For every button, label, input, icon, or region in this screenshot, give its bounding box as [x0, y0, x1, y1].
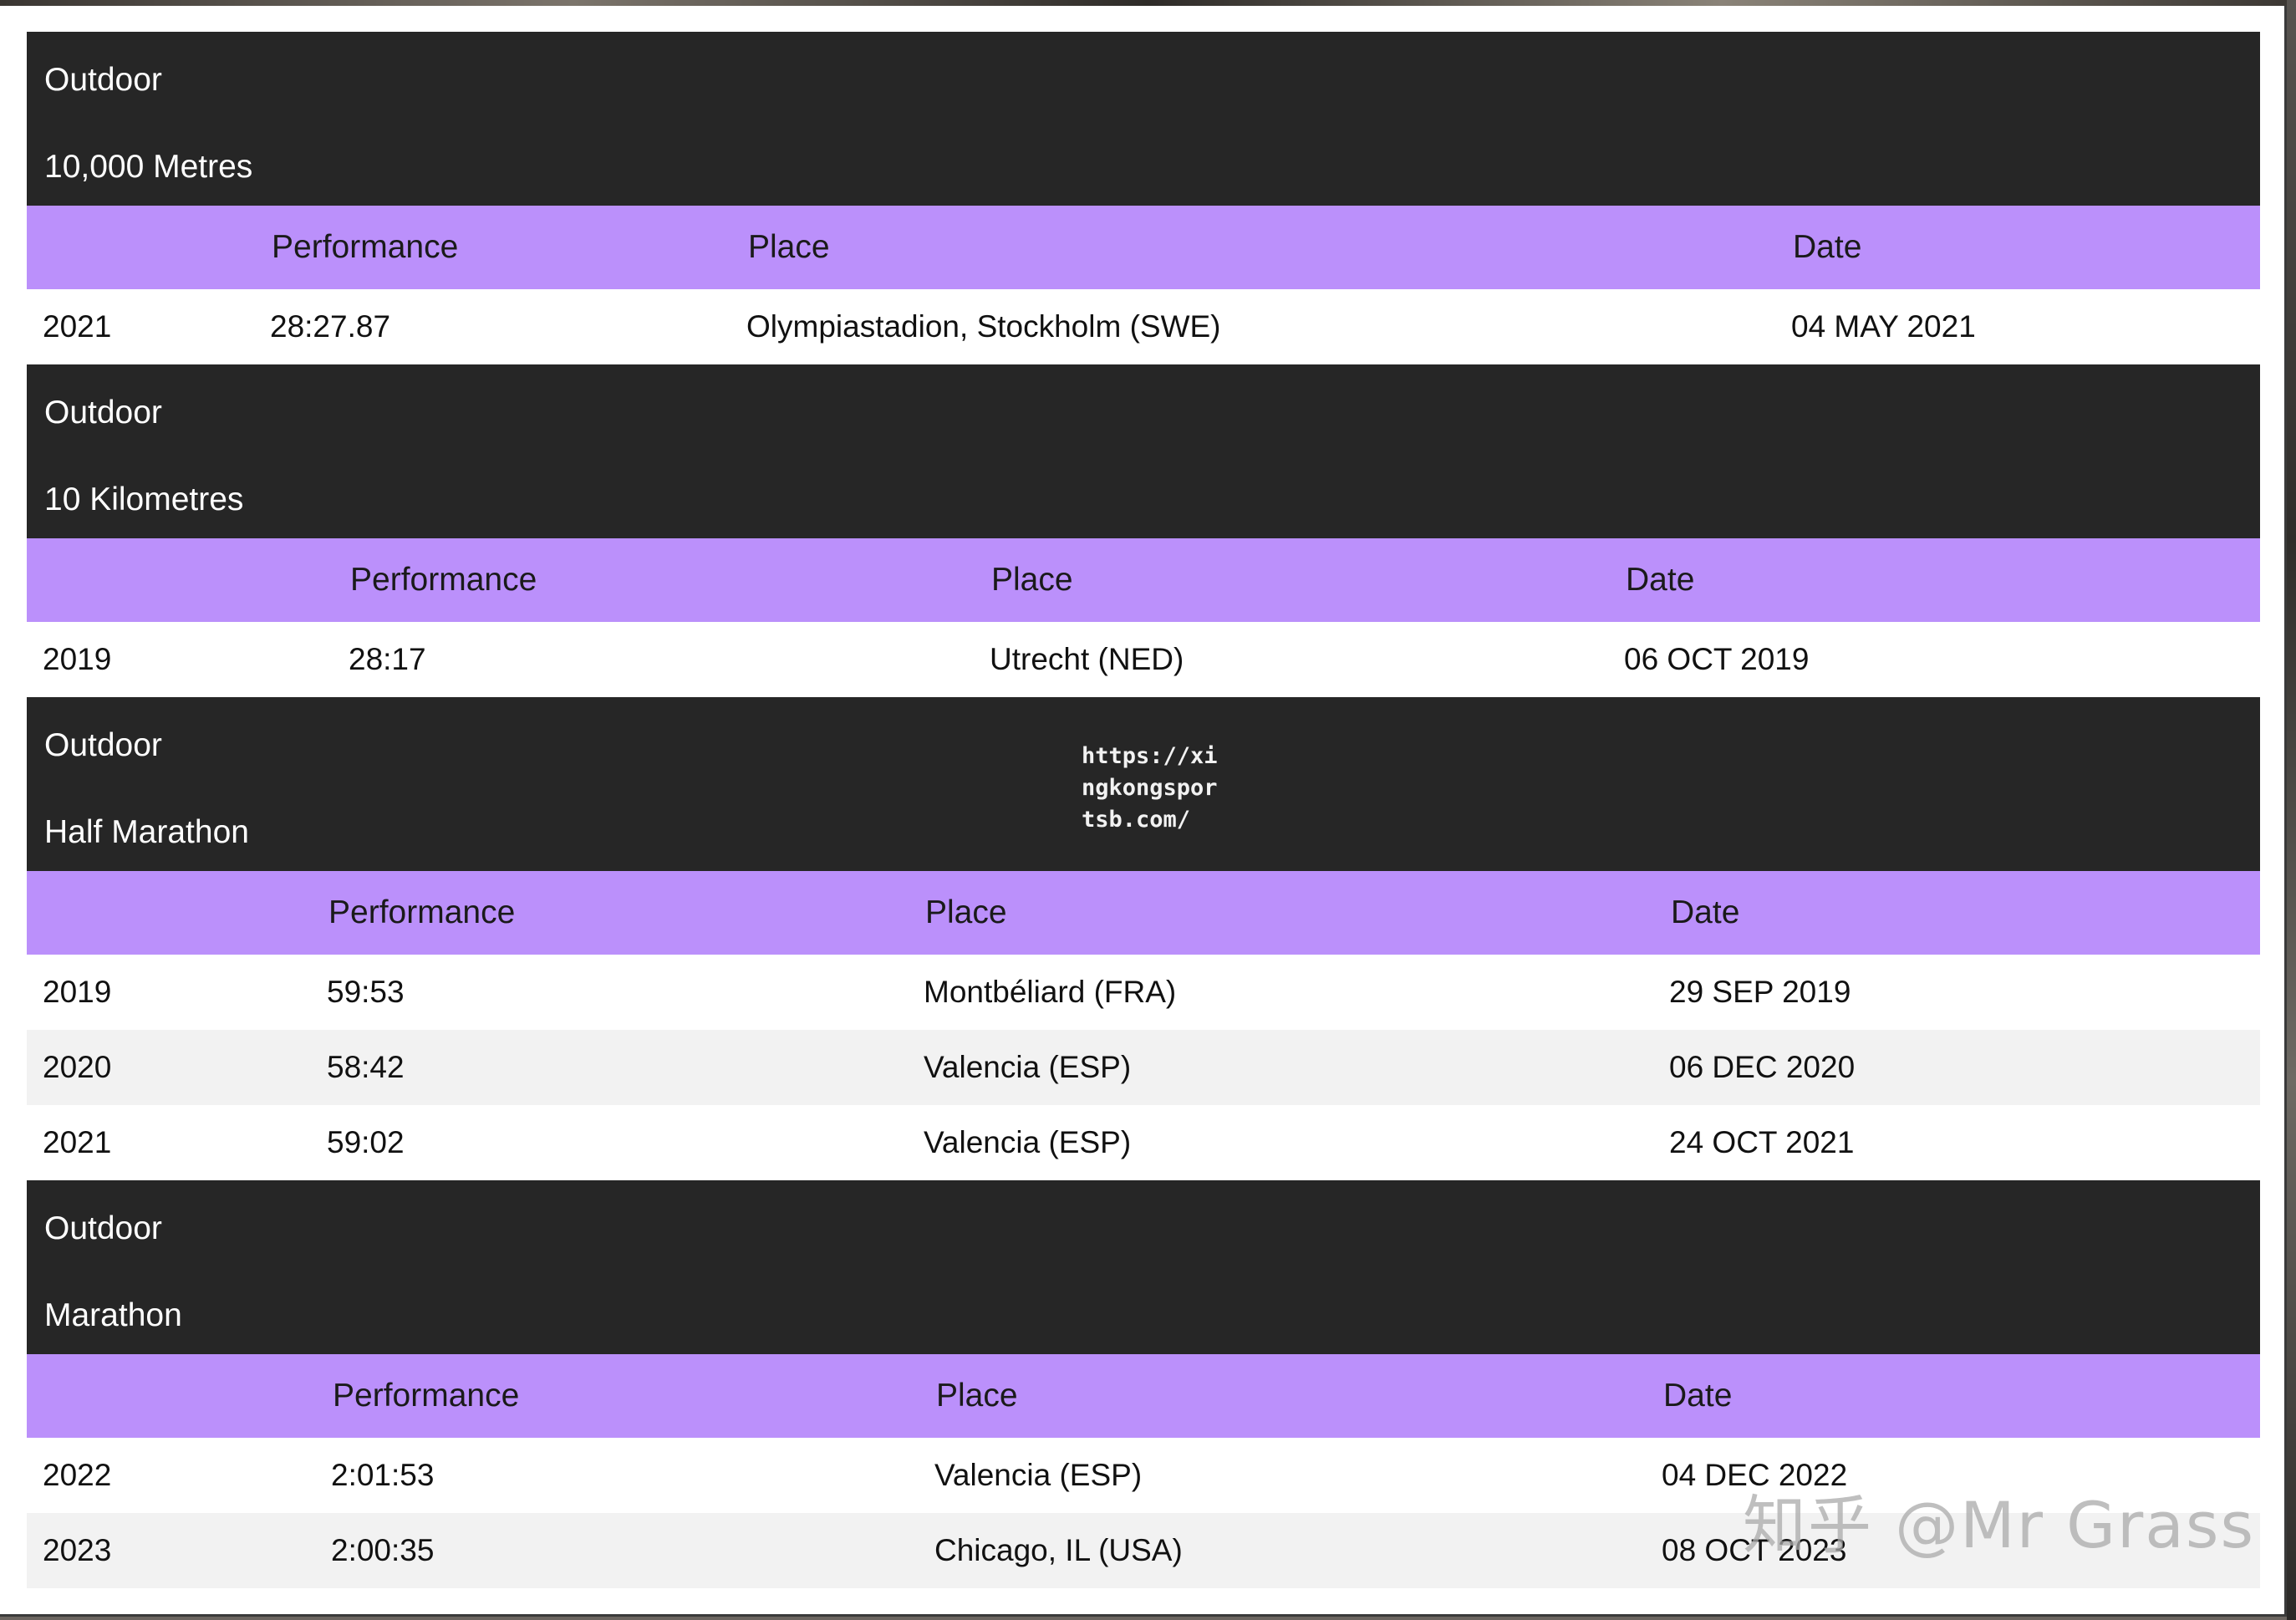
column-header-row: Performance Place Date: [27, 1354, 2260, 1438]
year-cell: 2020: [43, 1050, 112, 1084]
performance-cell: 58:42: [327, 1050, 405, 1084]
column-header-row: Performance Place Date: [27, 206, 2260, 289]
year-cell: 2021: [43, 1125, 112, 1159]
event-title: 10,000 Metres: [44, 149, 253, 185]
year-cell: 2023: [43, 1533, 112, 1567]
place-cell: Chicago, IL (USA): [934, 1533, 1183, 1567]
event-title: Half Marathon: [44, 814, 249, 850]
column-header-date: Date: [1671, 894, 1740, 930]
environment-label: Outdoor: [44, 1210, 162, 1246]
date-cell: 04 MAY 2021: [1791, 309, 1976, 344]
column-header-place: Place: [748, 229, 830, 265]
url-watermark: https://xi ngkongspor tsb.com/: [1082, 743, 1218, 833]
table-row: 2019 28:17 Utrecht (NED) 06 OCT 2019: [27, 622, 2260, 697]
date-cell: 06 OCT 2019: [1624, 642, 1810, 676]
place-cell: Valencia (ESP): [924, 1125, 1132, 1159]
table-row: 2020 58:42 Valencia (ESP) 06 DEC 2020: [27, 1030, 2260, 1105]
table-row: 2019 59:53 Montbéliard (FRA) 29 SEP 2019: [27, 955, 2260, 1030]
column-header-date: Date: [1663, 1378, 1733, 1414]
column-header-place: Place: [925, 894, 1007, 930]
place-cell: Montbéliard (FRA): [924, 975, 1177, 1009]
date-cell: 06 DEC 2020: [1669, 1050, 1856, 1084]
performance-cell: 59:02: [327, 1125, 405, 1159]
event-title: Marathon: [44, 1297, 182, 1333]
place-cell: Olympiastadion, Stockholm (SWE): [746, 309, 1221, 344]
performance-cell: 28:17: [349, 642, 426, 676]
place-cell: Valencia (ESP): [924, 1050, 1132, 1084]
background-photo-edge: [2287, 0, 2296, 1620]
year-cell: 2022: [43, 1458, 112, 1492]
column-header-place: Place: [936, 1378, 1018, 1414]
date-cell: 29 SEP 2019: [1669, 975, 1851, 1009]
performance-cell: 28:27.87: [270, 309, 391, 344]
table-row: 2021 28:27.87 Olympiastadion, Stockholm …: [27, 289, 2260, 364]
column-header-place: Place: [991, 562, 1073, 598]
environment-label: Outdoor: [44, 62, 162, 98]
column-header-performance: Performance: [350, 562, 537, 598]
result-section-10km: Outdoor 10 Kilometres Performance Place …: [27, 364, 2260, 697]
year-cell: 2021: [43, 309, 112, 344]
table-row: 2021 59:02 Valencia (ESP) 24 OCT 2021: [27, 1105, 2260, 1180]
section-header: Outdoor Marathon: [27, 1180, 2260, 1354]
zhihu-watermark: 知乎 @Mr Grass: [1743, 1488, 2256, 1562]
column-header-date: Date: [1626, 562, 1695, 598]
section-header: Outdoor 10,000 Metres: [27, 32, 2260, 206]
place-cell: Utrecht (NED): [990, 642, 1184, 676]
section-header: Outdoor 10 Kilometres: [27, 364, 2260, 538]
environment-label: Outdoor: [44, 395, 162, 430]
column-header-date: Date: [1793, 229, 1862, 265]
performance-cell: 2:01:53: [331, 1458, 435, 1492]
column-header-row: Performance Place Date: [27, 871, 2260, 955]
environment-label: Outdoor: [44, 727, 162, 763]
column-header-row: Performance Place Date: [27, 538, 2260, 622]
column-header-performance: Performance: [333, 1378, 520, 1414]
date-cell: 24 OCT 2021: [1669, 1125, 1855, 1159]
year-cell: 2019: [43, 975, 112, 1009]
result-section-10000m: Outdoor 10,000 Metres Performance Place …: [27, 32, 2260, 364]
performance-cell: 59:53: [327, 975, 405, 1009]
year-cell: 2019: [43, 642, 112, 676]
event-title: 10 Kilometres: [44, 481, 244, 517]
performance-cell: 2:00:35: [331, 1533, 435, 1567]
place-cell: Valencia (ESP): [934, 1458, 1143, 1492]
background-photo-strip: [0, 0, 2296, 6]
column-header-performance: Performance: [328, 894, 516, 930]
column-header-performance: Performance: [272, 229, 459, 265]
